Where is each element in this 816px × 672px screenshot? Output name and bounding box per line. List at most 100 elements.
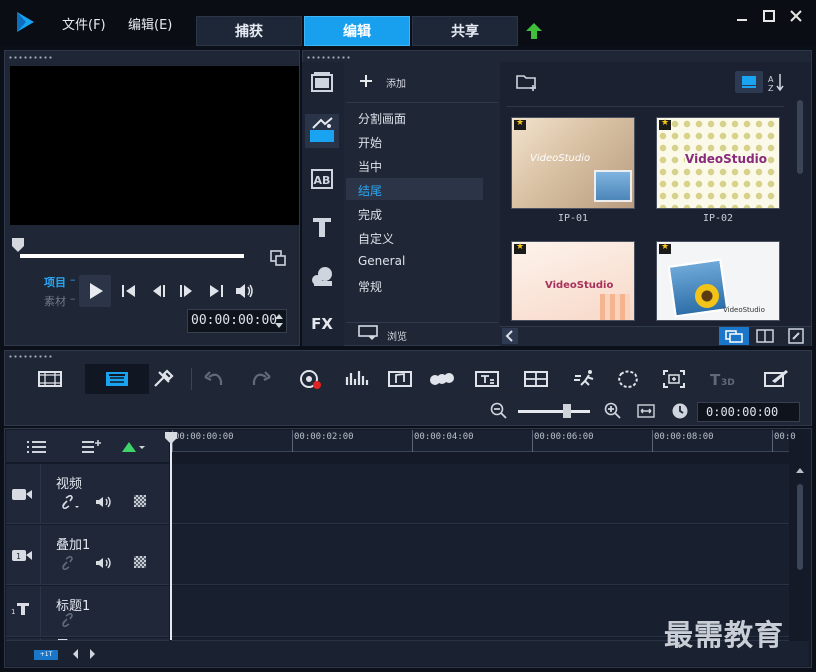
- zoom-in-icon[interactable]: [604, 402, 622, 420]
- 3d-title-icon[interactable]: T 3D: [708, 367, 736, 391]
- track-header[interactable]: 视频: [6, 464, 169, 524]
- volume-icon[interactable]: [233, 280, 255, 302]
- enlarge-preview-icon[interactable]: [270, 250, 286, 266]
- title-library-icon[interactable]: AB: [305, 162, 339, 196]
- track-manager-icon[interactable]: [26, 438, 48, 456]
- thumbnail-4[interactable]: ★ VideoStudio: [656, 241, 780, 321]
- subtitle-editor-icon[interactable]: [473, 367, 501, 391]
- track-transparency-icon[interactable]: [134, 495, 146, 507]
- redo-icon[interactable]: [247, 367, 275, 391]
- panel-layout-icon[interactable]: [755, 327, 775, 345]
- view-mode-button[interactable]: [735, 71, 763, 93]
- panel-grip[interactable]: [8, 56, 53, 59]
- scroll-right-icon[interactable]: [88, 648, 96, 660]
- track-header[interactable]: 1 标题1: [6, 586, 169, 637]
- mode-clip[interactable]: 素材: [44, 293, 66, 309]
- sort-icon[interactable]: A Z: [767, 71, 785, 93]
- fit-project-icon[interactable]: [637, 402, 655, 420]
- add-icon[interactable]: [358, 73, 374, 89]
- category-item[interactable]: 自定义: [358, 230, 394, 247]
- auto-music-icon[interactable]: [386, 367, 414, 391]
- menu-edit[interactable]: 编辑(E): [128, 14, 172, 33]
- category-item[interactable]: 开始: [358, 134, 382, 151]
- mode-project[interactable]: 项目: [44, 274, 66, 290]
- playhead-line[interactable]: [170, 440, 172, 640]
- add-label[interactable]: 添加: [386, 75, 406, 90]
- category-item[interactable]: 完成: [358, 206, 382, 223]
- track-volume-icon[interactable]: [94, 555, 114, 571]
- pan-zoom-icon[interactable]: [660, 367, 688, 391]
- browse-icon[interactable]: [357, 324, 381, 342]
- add-chapter-icon[interactable]: [80, 438, 102, 456]
- transition-library-button[interactable]: [305, 114, 339, 148]
- thumbnail-ip-02[interactable]: ★ VideoStudio: [656, 117, 780, 209]
- category-item[interactable]: 常规: [358, 278, 382, 295]
- collapse-library-button[interactable]: [502, 328, 518, 344]
- link-icon[interactable]: [60, 556, 80, 570]
- panel-grip[interactable]: [8, 355, 53, 358]
- timeline-scroll-thumb[interactable]: [797, 484, 803, 570]
- link-icon[interactable]: [60, 495, 80, 509]
- audio-mixer-icon[interactable]: [343, 367, 371, 391]
- zoom-out-icon[interactable]: [490, 402, 508, 420]
- scrubber-handle[interactable]: [12, 238, 24, 252]
- scroll-left-icon[interactable]: [72, 648, 80, 660]
- motion-tracking-icon[interactable]: [427, 367, 455, 391]
- tools-icon[interactable]: [150, 367, 178, 391]
- tab-share[interactable]: 共享: [412, 16, 518, 46]
- thumbnail-3[interactable]: ★ VideoStudio: [511, 241, 635, 321]
- text-icon[interactable]: [305, 210, 339, 244]
- tab-capture[interactable]: 捕获: [196, 16, 302, 46]
- media-library-icon[interactable]: [305, 66, 339, 100]
- menu-file[interactable]: 文件(F): [62, 14, 106, 33]
- previous-frame-icon[interactable]: [148, 280, 170, 302]
- thumbnail-ip-01[interactable]: ★ VideoStudio: [511, 117, 635, 209]
- ruler-gap: [171, 452, 789, 462]
- upload-arrow-icon[interactable]: [525, 22, 543, 40]
- preview-timecode[interactable]: 00:00:00:00: [187, 309, 287, 333]
- track-height-icon[interactable]: +1T: [34, 650, 58, 660]
- painting-creator-icon[interactable]: [762, 367, 790, 391]
- undo-icon[interactable]: [200, 367, 228, 391]
- multi-camera-icon[interactable]: [522, 367, 550, 391]
- end-icon[interactable]: [205, 280, 227, 302]
- category-item[interactable]: 当中: [358, 158, 382, 175]
- graphics-icon[interactable]: [305, 258, 339, 292]
- ripple-edit-dropdown-icon[interactable]: [120, 440, 146, 454]
- mask-creator-icon[interactable]: [614, 367, 642, 391]
- zoom-slider-thumb[interactable]: [563, 404, 571, 418]
- record-capture-icon[interactable]: [296, 367, 324, 391]
- maximize-icon[interactable]: [761, 8, 777, 24]
- track-volume-icon[interactable]: [94, 494, 114, 510]
- import-folder-icon[interactable]: [515, 72, 539, 92]
- home-icon[interactable]: [118, 280, 140, 302]
- minimize-icon[interactable]: [734, 8, 750, 24]
- zoom-slider-track[interactable]: [518, 410, 590, 413]
- tab-edit[interactable]: 编辑: [304, 16, 410, 46]
- track-transparency-icon[interactable]: [134, 556, 146, 568]
- timeline-view-button[interactable]: [85, 364, 149, 394]
- storyboard-view-icon[interactable]: [36, 367, 64, 391]
- category-item[interactable]: 分割画面: [358, 110, 406, 127]
- play-button[interactable]: [79, 275, 111, 307]
- time-remapping-icon[interactable]: [572, 367, 600, 391]
- browse-label[interactable]: 浏览: [387, 328, 407, 343]
- panel-grip[interactable]: [306, 56, 351, 59]
- scrubber-track[interactable]: [20, 254, 244, 258]
- library-view-button[interactable]: [719, 327, 749, 345]
- track-lane[interactable]: [171, 525, 789, 585]
- playhead-handle[interactable]: [164, 431, 178, 445]
- scroll-up-icon[interactable]: [795, 466, 805, 474]
- link-icon[interactable]: [60, 613, 80, 627]
- edit-icon[interactable]: [787, 327, 805, 345]
- category-item[interactable]: 结尾: [358, 182, 382, 199]
- thumbnail-scrollbar[interactable]: [797, 100, 803, 174]
- track-header[interactable]: 1 叠加1: [6, 525, 169, 585]
- next-frame-icon[interactable]: [175, 280, 197, 302]
- close-icon[interactable]: [788, 8, 804, 24]
- track-lane[interactable]: [171, 464, 789, 524]
- fx-icon[interactable]: FX: [305, 306, 339, 340]
- category-item[interactable]: General: [358, 254, 405, 268]
- clock-icon[interactable]: [671, 402, 689, 420]
- timecode-spinner-icon[interactable]: [273, 311, 285, 331]
